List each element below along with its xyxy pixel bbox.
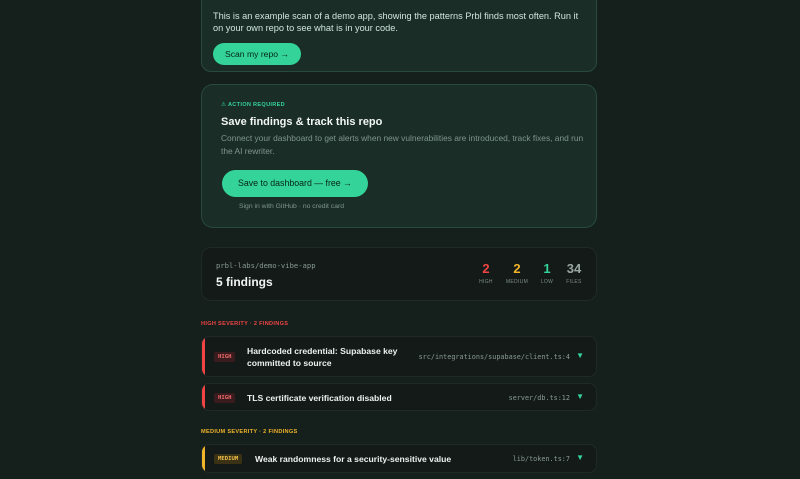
severity-badge: HIGH bbox=[214, 393, 236, 403]
action-required-label: ⚠ ACTION REQUIRED bbox=[221, 102, 285, 108]
stat-low-label: LOW bbox=[540, 279, 554, 285]
severity-bar bbox=[202, 445, 205, 472]
stat-files-label: FILES bbox=[566, 279, 582, 285]
repo-name: prbl-labs/demo-vibe-app bbox=[216, 261, 316, 270]
scan-summary: prbl-labs/demo-vibe-app 5 findings 2 HIG… bbox=[201, 247, 597, 301]
severity-bar bbox=[202, 384, 205, 410]
stat-high-label: HIGH bbox=[479, 279, 493, 285]
stat-medium-value: 2 bbox=[513, 261, 521, 276]
finding-row[interactable]: HIGH Hardcoded credential: Supabase key … bbox=[201, 336, 597, 377]
scan-my-repo-button[interactable]: Scan my repo → bbox=[213, 43, 301, 65]
finding-row[interactable]: MEDIUM Weak randomness for a security-se… bbox=[201, 444, 597, 473]
stat-files: 34 FILES bbox=[560, 261, 588, 285]
medium-severity-heading: MEDIUM SEVERITY · 2 FINDINGS bbox=[201, 429, 298, 435]
action-title: Save findings & track this repo bbox=[221, 116, 383, 128]
stat-medium-label: MEDIUM bbox=[505, 279, 529, 285]
chevron-down-icon[interactable]: ▼ bbox=[576, 453, 584, 462]
demo-banner-text: This is an example scan of a demo app, s… bbox=[213, 11, 579, 33]
demo-banner: This is an example scan of a demo app, s… bbox=[201, 0, 597, 72]
stat-low: 1 LOW bbox=[533, 261, 561, 285]
severity-badge: MEDIUM bbox=[214, 454, 243, 464]
chevron-down-icon[interactable]: ▼ bbox=[576, 351, 584, 360]
finding-path: src/integrations/supabase/client.ts:4 bbox=[418, 353, 570, 361]
scan-results-page: This is an example scan of a demo app, s… bbox=[0, 0, 800, 479]
stat-high-value: 2 bbox=[482, 261, 490, 276]
stat-medium: 2 MEDIUM bbox=[503, 261, 531, 285]
stat-low-value: 1 bbox=[543, 261, 551, 276]
high-severity-heading: HIGH SEVERITY · 2 FINDINGS bbox=[201, 321, 289, 327]
chevron-down-icon[interactable]: ▼ bbox=[576, 392, 584, 401]
severity-bar bbox=[202, 337, 205, 376]
stat-files-value: 34 bbox=[566, 261, 582, 276]
severity-badge: HIGH bbox=[214, 352, 236, 362]
action-description: Connect your dashboard to get alerts whe… bbox=[221, 133, 584, 156]
stat-high: 2 HIGH bbox=[472, 261, 500, 285]
finding-title: Weak randomness for a security-sensitive… bbox=[255, 454, 452, 464]
finding-row[interactable]: HIGH TLS certificate verification disabl… bbox=[201, 383, 597, 411]
action-required-card: ⚠ ACTION REQUIRED Save findings & track … bbox=[201, 84, 597, 228]
finding-path: server/db.ts:12 bbox=[508, 394, 570, 402]
finding-title: TLS certificate verification disabled bbox=[247, 393, 392, 403]
save-to-dashboard-button[interactable]: Save to dashboard — free → bbox=[222, 170, 368, 197]
finding-title: Hardcoded credential: Supabase key commi… bbox=[247, 346, 398, 368]
findings-count: 5 findings bbox=[216, 275, 273, 289]
sign-in-note: Sign in with GitHub · no credit card bbox=[239, 203, 345, 210]
finding-path: lib/token.ts:7 bbox=[512, 455, 570, 463]
